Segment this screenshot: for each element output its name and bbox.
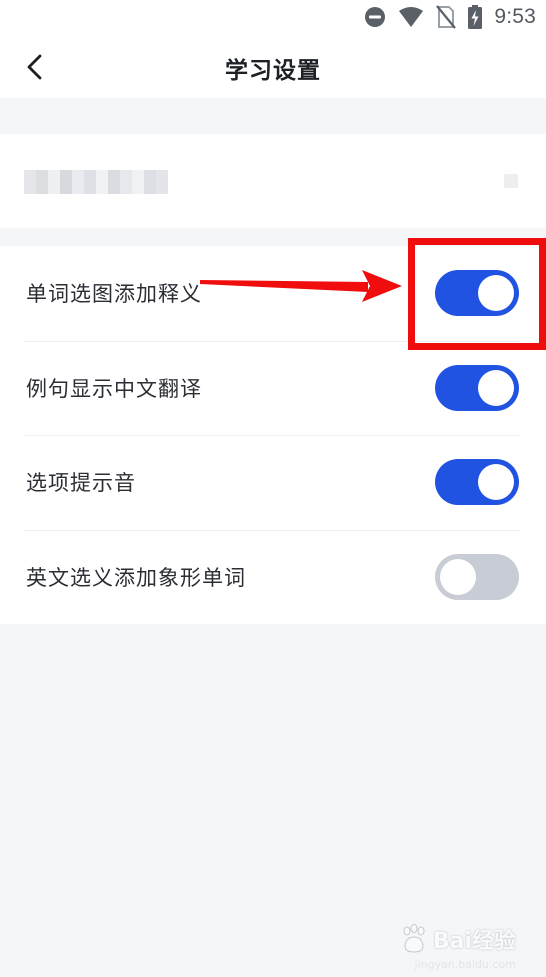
watermark-text: Bai经验 xyxy=(432,929,516,954)
toggle-knob xyxy=(478,464,514,501)
toggle-knob xyxy=(478,369,514,406)
redacted-account-value xyxy=(504,174,518,188)
setting-label: 选项提示音 xyxy=(26,471,136,496)
settings-list: 单词选图添加释义 例句显示中文翻译 选项提示音 英文选义添加象形单词 xyxy=(0,246,546,624)
setting-label: 单词选图添加释义 xyxy=(26,282,202,307)
setting-label: 英文选义添加象形单词 xyxy=(26,565,246,590)
watermark-subtext: jingyan.baidu.com xyxy=(414,958,516,971)
account-row[interactable] xyxy=(0,134,546,228)
setting-row-option-sound: 选项提示音 xyxy=(0,435,546,530)
pictograph-words-toggle[interactable] xyxy=(435,553,519,600)
status-bar: 9:53 xyxy=(0,0,546,36)
clock: 9:53 xyxy=(494,5,536,28)
example-translation-toggle[interactable] xyxy=(435,364,519,411)
page-title: 学习设置 xyxy=(225,58,321,84)
setting-row-pictograph-words: 英文选义添加象形单词 xyxy=(0,529,546,625)
toggle-knob xyxy=(478,275,514,312)
redacted-account-name xyxy=(24,170,168,194)
toggle-knob xyxy=(440,558,476,595)
app-header: 学习设置 xyxy=(0,36,546,98)
paw-logo-icon xyxy=(403,924,425,953)
status-icons: 9:53 xyxy=(364,2,536,32)
battery-charging-icon xyxy=(468,5,483,29)
setting-row-example-translation: 例句显示中文翻译 xyxy=(0,340,546,436)
do-not-disturb-icon xyxy=(365,7,386,27)
option-sound-toggle[interactable] xyxy=(435,459,519,506)
wifi-icon xyxy=(399,7,424,27)
no-sim-icon xyxy=(436,5,457,29)
setting-row-word-image-definition: 单词选图添加释义 xyxy=(0,246,546,341)
word-image-definition-toggle[interactable] xyxy=(435,270,519,317)
baidu-jingyan-watermark: Bai经验 jingyan.baidu.com xyxy=(399,923,516,971)
setting-label: 例句显示中文翻译 xyxy=(26,376,202,401)
